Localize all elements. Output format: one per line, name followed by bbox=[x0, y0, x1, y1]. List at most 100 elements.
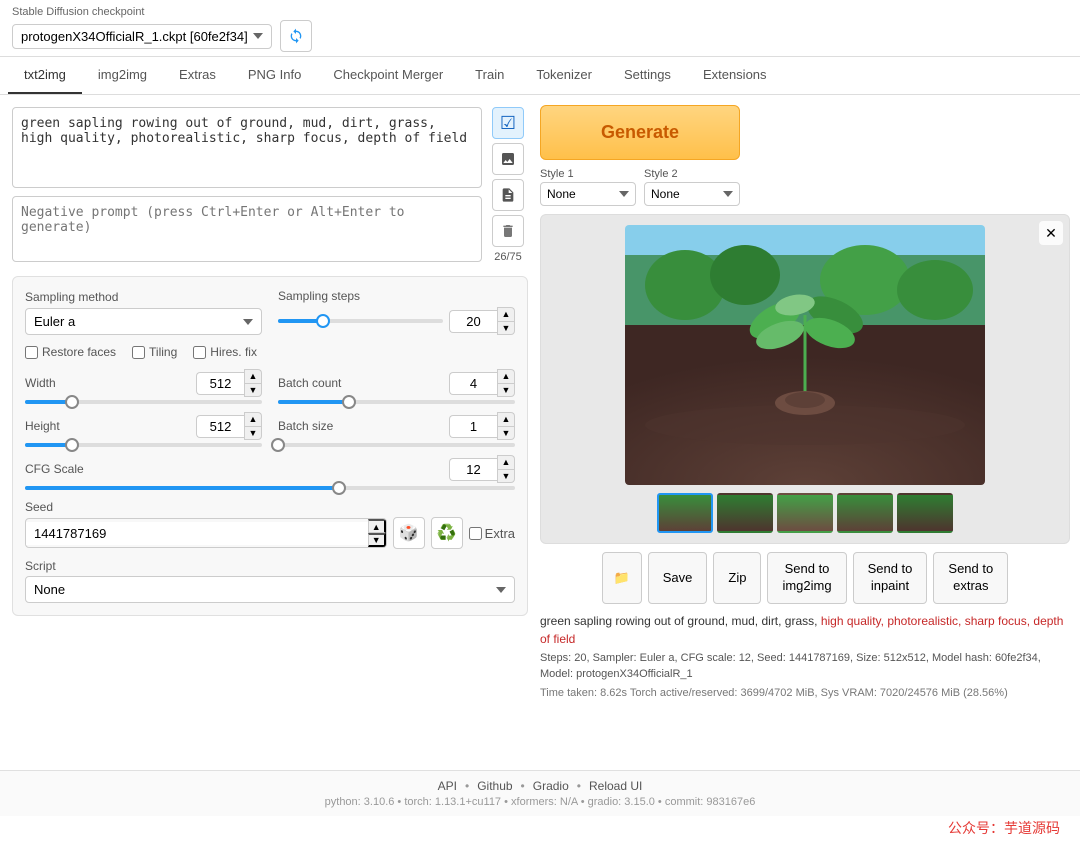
batch-size-increment[interactable]: ▲ bbox=[497, 412, 515, 426]
save-button[interactable]: Save bbox=[648, 552, 708, 604]
folder-icon: 📁 bbox=[614, 570, 630, 586]
seed-recycle-btn[interactable]: ♻️ bbox=[431, 517, 463, 549]
style2-label: Style 2 bbox=[644, 168, 740, 180]
style1-label: Style 1 bbox=[540, 168, 636, 180]
sampling-steps-input[interactable]: ▲ ▼ bbox=[449, 307, 515, 335]
tab-img2img[interactable]: img2img bbox=[82, 57, 163, 94]
style1-select[interactable]: None bbox=[540, 182, 636, 206]
script-section: Script None bbox=[25, 559, 515, 603]
steps-decrement[interactable]: ▼ bbox=[497, 321, 515, 335]
sampling-steps-slider[interactable] bbox=[278, 319, 443, 323]
batch-count-increment[interactable]: ▲ bbox=[497, 369, 515, 383]
generate-area: Generate Style 1 None Style 2 None bbox=[540, 105, 740, 206]
zip-button[interactable]: Zip bbox=[713, 552, 761, 604]
negative-prompt-input[interactable] bbox=[13, 197, 481, 258]
batch-size-input[interactable]: ▲ ▼ bbox=[449, 412, 515, 440]
tiling-checkbox[interactable]: Tiling bbox=[132, 345, 177, 359]
cfg-scale-input[interactable]: ▲ ▼ bbox=[449, 455, 515, 483]
refresh-button[interactable] bbox=[280, 20, 312, 52]
height-label: Height bbox=[25, 419, 60, 433]
footer: API • Github • Gradio • Reload UI python… bbox=[0, 770, 1080, 816]
github-link[interactable]: Github bbox=[477, 779, 512, 793]
height-decrement[interactable]: ▼ bbox=[244, 426, 262, 440]
restore-faces-checkbox[interactable]: Restore faces bbox=[25, 345, 116, 359]
height-slider[interactable] bbox=[25, 443, 262, 447]
batch-count-label: Batch count bbox=[278, 376, 341, 390]
seed-input-wrap: ▲ ▼ bbox=[25, 518, 387, 548]
height-increment[interactable]: ▲ bbox=[244, 412, 262, 426]
checkpoint-select[interactable]: protogenX34OfficialR_1.ckpt [60fe2f34] bbox=[12, 24, 272, 49]
tab-extensions[interactable]: Extensions bbox=[687, 57, 783, 94]
script-label: Script bbox=[25, 559, 515, 573]
prompt-info-text: green sapling rowing out of ground, mud,… bbox=[540, 612, 1070, 648]
tab-train[interactable]: Train bbox=[459, 57, 520, 94]
prompt-toolbar: ☑ 26/75 bbox=[488, 107, 528, 270]
token-counter: 26/75 bbox=[494, 251, 522, 263]
thumbnail-5[interactable] bbox=[897, 493, 953, 533]
image-icon-btn[interactable] bbox=[492, 143, 524, 175]
generation-details: Steps: 20, Sampler: Euler a, CFG scale: … bbox=[540, 650, 1070, 683]
api-link[interactable]: API bbox=[438, 779, 457, 793]
cfg-increment[interactable]: ▲ bbox=[497, 455, 515, 469]
seed-input[interactable] bbox=[26, 522, 368, 545]
cfg-decrement[interactable]: ▼ bbox=[497, 469, 515, 483]
thumbnail-4[interactable] bbox=[837, 493, 893, 533]
style2-select[interactable]: None bbox=[644, 182, 740, 206]
close-image-btn[interactable]: ✕ bbox=[1039, 221, 1063, 245]
send-to-extras-button[interactable]: Send toextras bbox=[933, 552, 1008, 604]
prompt-normal-text: green sapling rowing out of ground, mud,… bbox=[540, 614, 821, 628]
generate-button[interactable]: Generate bbox=[540, 105, 740, 160]
seed-increment[interactable]: ▲ bbox=[368, 519, 386, 533]
width-decrement[interactable]: ▼ bbox=[244, 383, 262, 397]
steps-increment[interactable]: ▲ bbox=[497, 307, 515, 321]
send-to-inpaint-button[interactable]: Send toinpaint bbox=[853, 552, 928, 604]
extra-checkbox-label[interactable]: Extra bbox=[469, 526, 515, 541]
batch-count-input[interactable]: ▲ ▼ bbox=[449, 369, 515, 397]
script-select[interactable]: None bbox=[25, 576, 515, 603]
watermark: 公众号：芋道源码 bbox=[0, 816, 1080, 844]
image-info: green sapling rowing out of ground, mud,… bbox=[540, 612, 1070, 702]
send-to-img2img-button[interactable]: Send toimg2img bbox=[767, 552, 846, 604]
sampling-method-label: Sampling method bbox=[25, 290, 262, 304]
thumbnail-1[interactable] bbox=[657, 493, 713, 533]
tab-extras[interactable]: Extras bbox=[163, 57, 232, 94]
gradio-link[interactable]: Gradio bbox=[533, 779, 569, 793]
extra-checkbox[interactable] bbox=[469, 527, 482, 540]
cfg-scale-slider[interactable] bbox=[25, 486, 515, 490]
seed-label: Seed bbox=[25, 500, 515, 514]
reload-ui-link[interactable]: Reload UI bbox=[589, 779, 642, 793]
tab-checkpoint-merger[interactable]: Checkpoint Merger bbox=[317, 57, 459, 94]
width-label: Width bbox=[25, 376, 56, 390]
checkbox-icon-btn[interactable]: ☑ bbox=[492, 107, 524, 139]
height-input[interactable]: ▲ ▼ bbox=[196, 412, 262, 440]
cfg-scale-label: CFG Scale bbox=[25, 462, 84, 476]
thumbnail-3[interactable] bbox=[777, 493, 833, 533]
trash-icon-btn[interactable] bbox=[492, 215, 524, 247]
tab-png-info[interactable]: PNG Info bbox=[232, 57, 317, 94]
batch-size-decrement[interactable]: ▼ bbox=[497, 426, 515, 440]
seed-decrement[interactable]: ▼ bbox=[368, 533, 386, 547]
batch-size-slider[interactable] bbox=[278, 443, 515, 447]
batch-count-decrement[interactable]: ▼ bbox=[497, 383, 515, 397]
batch-count-slider[interactable] bbox=[278, 400, 515, 404]
script-icon-btn[interactable] bbox=[492, 179, 524, 211]
footer-tech: python: 3.10.6 • torch: 1.13.1+cu117 • x… bbox=[16, 796, 1064, 808]
tab-txt2img[interactable]: txt2img bbox=[8, 57, 82, 94]
tabs-bar: txt2img img2img Extras PNG Info Checkpoi… bbox=[0, 57, 1080, 95]
positive-prompt-box: green sapling rowing out of ground, mud,… bbox=[12, 107, 482, 188]
sampling-method-select[interactable]: Euler a bbox=[25, 308, 262, 335]
time-info: Time taken: 8.62s Torch active/reserved:… bbox=[540, 685, 1070, 702]
open-folder-button[interactable]: 📁 bbox=[602, 552, 642, 604]
thumbnail-2[interactable] bbox=[717, 493, 773, 533]
positive-prompt-input[interactable]: green sapling rowing out of ground, mud,… bbox=[13, 108, 481, 184]
tab-tokenizer[interactable]: Tokenizer bbox=[520, 57, 608, 94]
checkpoint-label: Stable Diffusion checkpoint bbox=[12, 6, 1068, 18]
width-increment[interactable]: ▲ bbox=[244, 369, 262, 383]
width-slider[interactable] bbox=[25, 400, 262, 404]
hires-fix-checkbox[interactable]: Hires. fix bbox=[193, 345, 257, 359]
tab-settings[interactable]: Settings bbox=[608, 57, 687, 94]
seed-dice-btn[interactable]: 🎲 bbox=[393, 517, 425, 549]
width-input[interactable]: ▲ ▼ bbox=[196, 369, 262, 397]
main-image-container bbox=[551, 225, 1059, 485]
seed-spin-btns: ▲ ▼ bbox=[368, 519, 386, 547]
